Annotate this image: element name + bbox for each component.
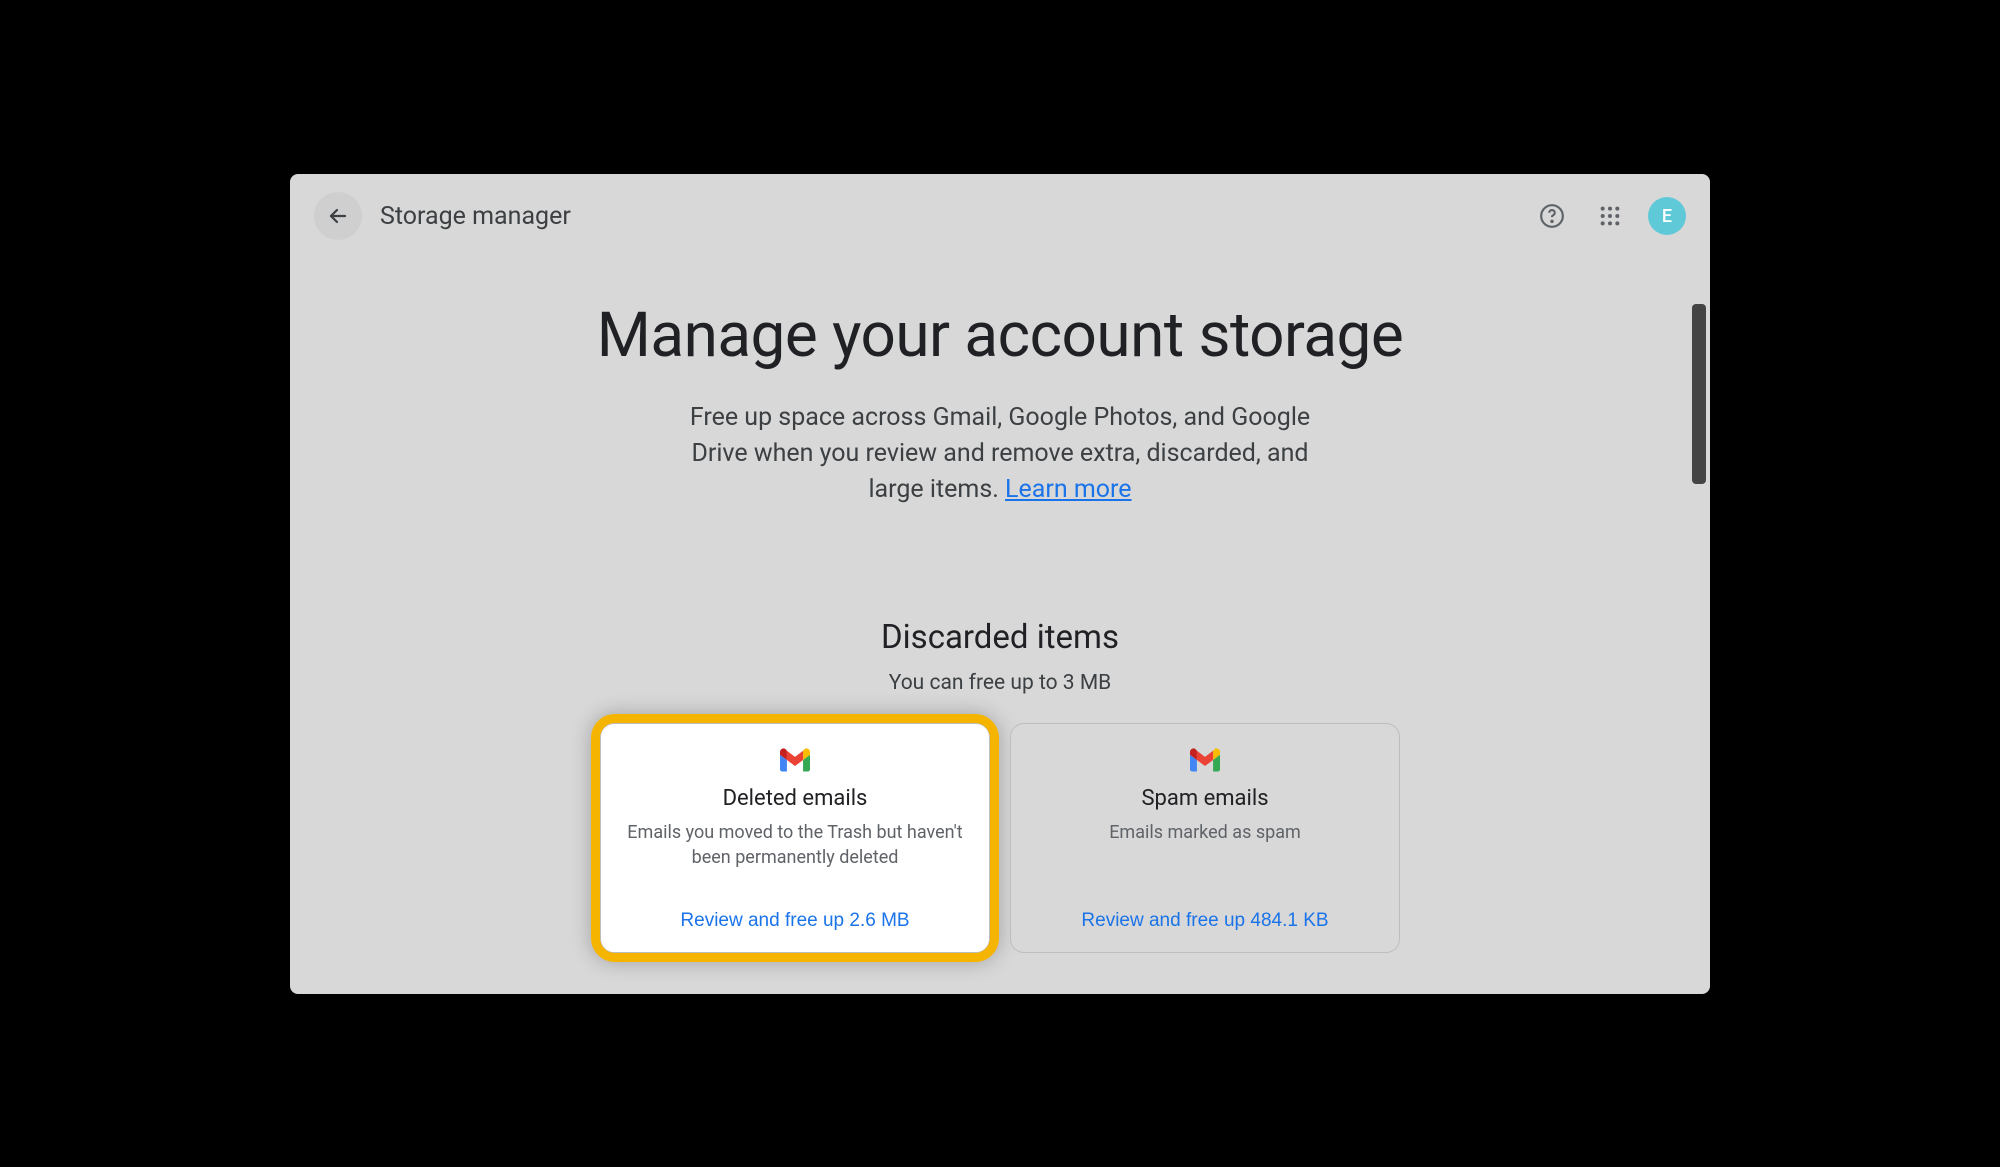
review-spam-button[interactable]: Review and free up 484.1 KB (1081, 910, 1328, 932)
help-icon (1539, 203, 1565, 229)
deleted-emails-card-wrap: Deleted emails Emails you moved to the T… (600, 723, 990, 953)
card-title: Spam emails (1141, 786, 1268, 811)
account-avatar[interactable]: E (1648, 197, 1686, 235)
vertical-scrollbar[interactable] (1692, 304, 1706, 484)
spam-emails-card[interactable]: Spam emails Emails marked as spam Review… (1010, 723, 1400, 953)
main-content: Manage your account storage Free up spac… (290, 259, 1710, 954)
storage-manager-window: Storage manager E Manage your account st… (290, 174, 1710, 994)
apps-button[interactable] (1590, 196, 1630, 236)
card-title: Deleted emails (723, 786, 868, 811)
card-description: Emails marked as spam (1109, 821, 1301, 890)
arrow-left-icon (326, 204, 350, 228)
gmail-icon (780, 748, 810, 772)
help-button[interactable] (1532, 196, 1572, 236)
header-bar: Storage manager E (290, 174, 1710, 259)
spam-emails-card-wrap: Spam emails Emails marked as spam Review… (1010, 723, 1400, 953)
main-heading: Manage your account storage (330, 299, 1670, 372)
subtitle-text: Free up space across Gmail, Google Photo… (690, 403, 1310, 505)
discarded-section-title: Discarded items (330, 618, 1670, 657)
page-title: Storage manager (380, 202, 1532, 231)
review-deleted-button[interactable]: Review and free up 2.6 MB (680, 910, 909, 932)
apps-grid-icon (1599, 205, 1621, 227)
discarded-cards-row: Deleted emails Emails you moved to the T… (330, 723, 1670, 953)
deleted-emails-card[interactable]: Deleted emails Emails you moved to the T… (600, 723, 990, 953)
back-button[interactable] (314, 192, 362, 240)
gmail-icon (1190, 748, 1220, 772)
card-description: Emails you moved to the Trash but haven'… (623, 821, 967, 890)
header-actions: E (1532, 196, 1686, 236)
discarded-section-subtitle: You can free up to 3 MB (330, 671, 1670, 695)
learn-more-link[interactable]: Learn more (1005, 475, 1131, 504)
main-subtitle: Free up space across Gmail, Google Photo… (680, 400, 1320, 509)
